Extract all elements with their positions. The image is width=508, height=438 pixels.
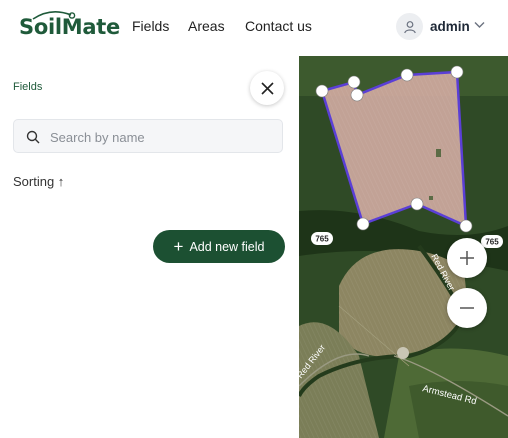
road-label-red-river-2: Red River (299, 343, 327, 381)
add-new-field-button[interactable]: + Add new field (153, 230, 285, 263)
close-icon (260, 81, 274, 95)
search-field[interactable] (13, 119, 283, 153)
svg-text:765: 765 (315, 235, 329, 244)
add-new-field-label: Add new field (189, 239, 265, 254)
search-input[interactable] (48, 126, 277, 148)
nav-fields-link[interactable]: Fields (132, 18, 169, 34)
panel-title: Fields (13, 81, 43, 93)
top-navigation-bar: SoilMate Fields Areas Contact us admin (0, 0, 508, 54)
road-badge-765-right: 765 (481, 235, 503, 248)
brand-name: SoilMate (19, 15, 120, 39)
minus-icon (460, 307, 474, 309)
chevron-down-icon (474, 22, 485, 28)
zoom-in-button[interactable] (447, 238, 487, 278)
svg-text:765: 765 (485, 238, 499, 247)
avatar (396, 13, 423, 40)
plus-icon (460, 251, 474, 265)
plus-icon: + (173, 236, 184, 256)
close-panel-button[interactable] (250, 71, 284, 105)
search-icon (26, 130, 40, 144)
user-icon (403, 20, 416, 33)
road-label-armstead-rd: Armstead Rd (421, 383, 477, 407)
sorting-toggle[interactable]: Sorting ↑ (13, 174, 64, 189)
zoom-out-button[interactable] (447, 288, 487, 328)
map-view[interactable]: 765 765 Red River Red River Armstead Rd (299, 56, 508, 438)
username: admin (430, 19, 470, 34)
fields-panel: Fields Sorting ↑ + Add new field (0, 56, 299, 438)
nav-areas-link[interactable]: Areas (188, 18, 225, 34)
nav-contact-link[interactable]: Contact us (245, 18, 312, 34)
road-badge-765-left: 765 (311, 232, 333, 245)
